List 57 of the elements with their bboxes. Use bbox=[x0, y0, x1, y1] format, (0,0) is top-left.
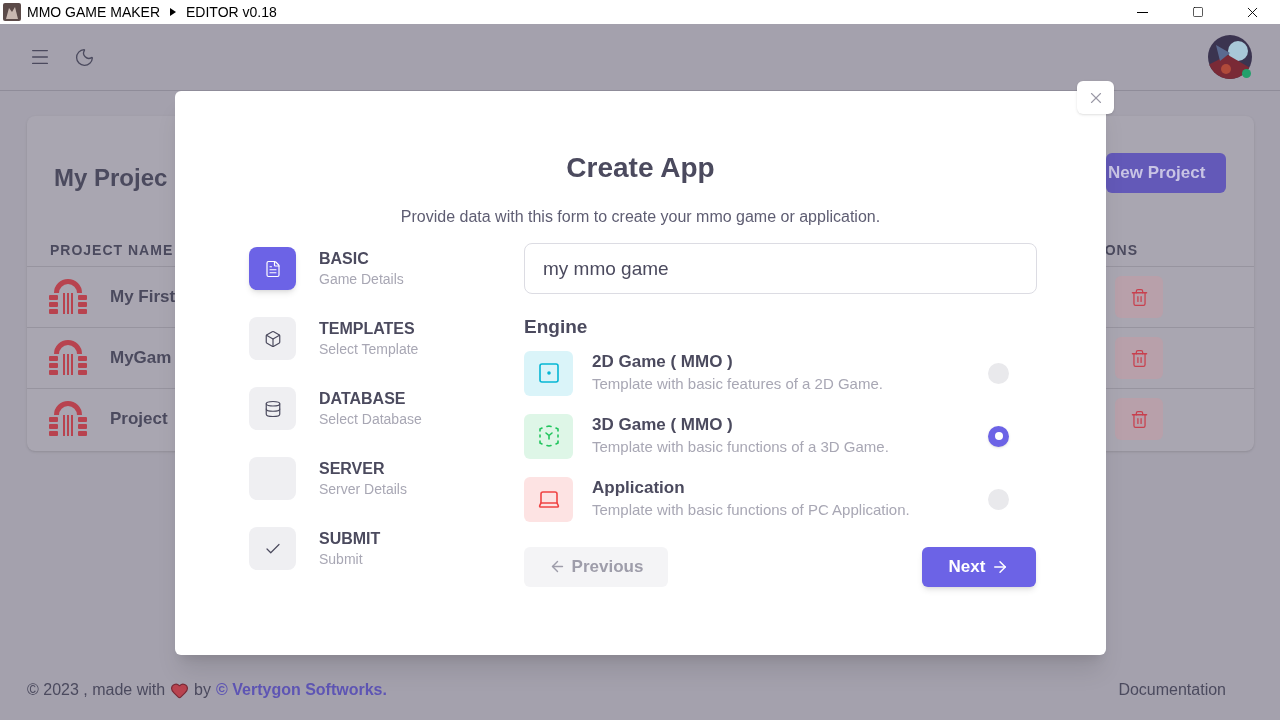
new-project-button[interactable]: New Project bbox=[1106, 153, 1226, 193]
step-icon-box[interactable] bbox=[249, 387, 296, 430]
arch-logo-icon bbox=[48, 279, 88, 315]
company-link[interactable]: © Vertygon Softworks. bbox=[216, 678, 387, 702]
step-subtitle: Submit bbox=[319, 549, 364, 569]
engine-description: Template with basic functions of a 3D Game. bbox=[592, 437, 889, 457]
project-name: My First bbox=[110, 286, 176, 309]
delete-button[interactable] bbox=[1115, 337, 1163, 379]
column-header: PROJECT NAME bbox=[50, 241, 174, 260]
project-name: Project bbox=[110, 408, 168, 431]
step-title: SUBMIT bbox=[319, 528, 381, 549]
step-icon-box[interactable] bbox=[249, 247, 296, 290]
name-input-field[interactable]: my mmo game bbox=[524, 243, 1037, 294]
trash-icon bbox=[1129, 409, 1149, 429]
column-header: ONS bbox=[1104, 241, 1138, 260]
app-title: MMO GAME MAKER bbox=[27, 2, 160, 22]
engine-label: Engine bbox=[524, 315, 589, 339]
trash-icon bbox=[1129, 287, 1149, 307]
maximize-icon bbox=[1191, 6, 1204, 18]
step-icon-box[interactable] bbox=[249, 317, 296, 360]
step-title: SERVER bbox=[319, 458, 386, 479]
step-title: BASIC bbox=[319, 248, 370, 269]
minimize-icon bbox=[1137, 11, 1148, 13]
next-button[interactable]: Next bbox=[922, 546, 1036, 587]
dialog-subtitle: Provide data with this form to create your mmo game or application. bbox=[400, 207, 881, 227]
app-logo-icon bbox=[3, 3, 21, 21]
step-subtitle: Select Template bbox=[319, 339, 419, 359]
project-name: MyGam bbox=[110, 347, 172, 370]
caret-icon bbox=[170, 8, 176, 16]
document-icon bbox=[263, 259, 282, 278]
engine-radio[interactable] bbox=[988, 425, 1009, 447]
delete-button[interactable] bbox=[1115, 276, 1163, 318]
engine-description: Template with basic functions of PC Application. bbox=[592, 500, 910, 520]
delete-button[interactable] bbox=[1115, 398, 1163, 440]
close-dialog-button[interactable] bbox=[1077, 81, 1114, 114]
step-subtitle: Server Details bbox=[319, 479, 407, 499]
editor-version: EDITOR v0.18 bbox=[186, 2, 277, 22]
cube-icon bbox=[263, 329, 282, 348]
step-title: TEMPLATES bbox=[319, 318, 416, 339]
engine-title: 3D Game ( MMO ) bbox=[592, 414, 734, 436]
trash-icon bbox=[1129, 348, 1149, 368]
arch-logo-icon bbox=[48, 340, 88, 376]
page-title: My Projec bbox=[54, 163, 168, 193]
copyright-text: © 2023 , made with bbox=[27, 680, 166, 700]
dashed-cube-icon bbox=[537, 425, 560, 447]
engine-title: Application bbox=[592, 477, 686, 499]
dialog-title: Create App bbox=[566, 151, 715, 185]
documentation-link[interactable]: Documentation bbox=[1118, 678, 1226, 702]
step-title: DATABASE bbox=[319, 388, 407, 409]
step-subtitle: Game Details bbox=[319, 269, 404, 289]
engine-description: Template with basic features of a 2D Game. bbox=[592, 374, 883, 394]
footer-text: by bbox=[194, 680, 211, 700]
step-subtitle: Select Database bbox=[319, 409, 422, 429]
database-icon bbox=[263, 399, 282, 418]
heart-icon bbox=[170, 680, 190, 700]
engine-title: 2D Game ( MMO ) bbox=[592, 351, 734, 373]
arch-logo-icon bbox=[48, 401, 88, 437]
